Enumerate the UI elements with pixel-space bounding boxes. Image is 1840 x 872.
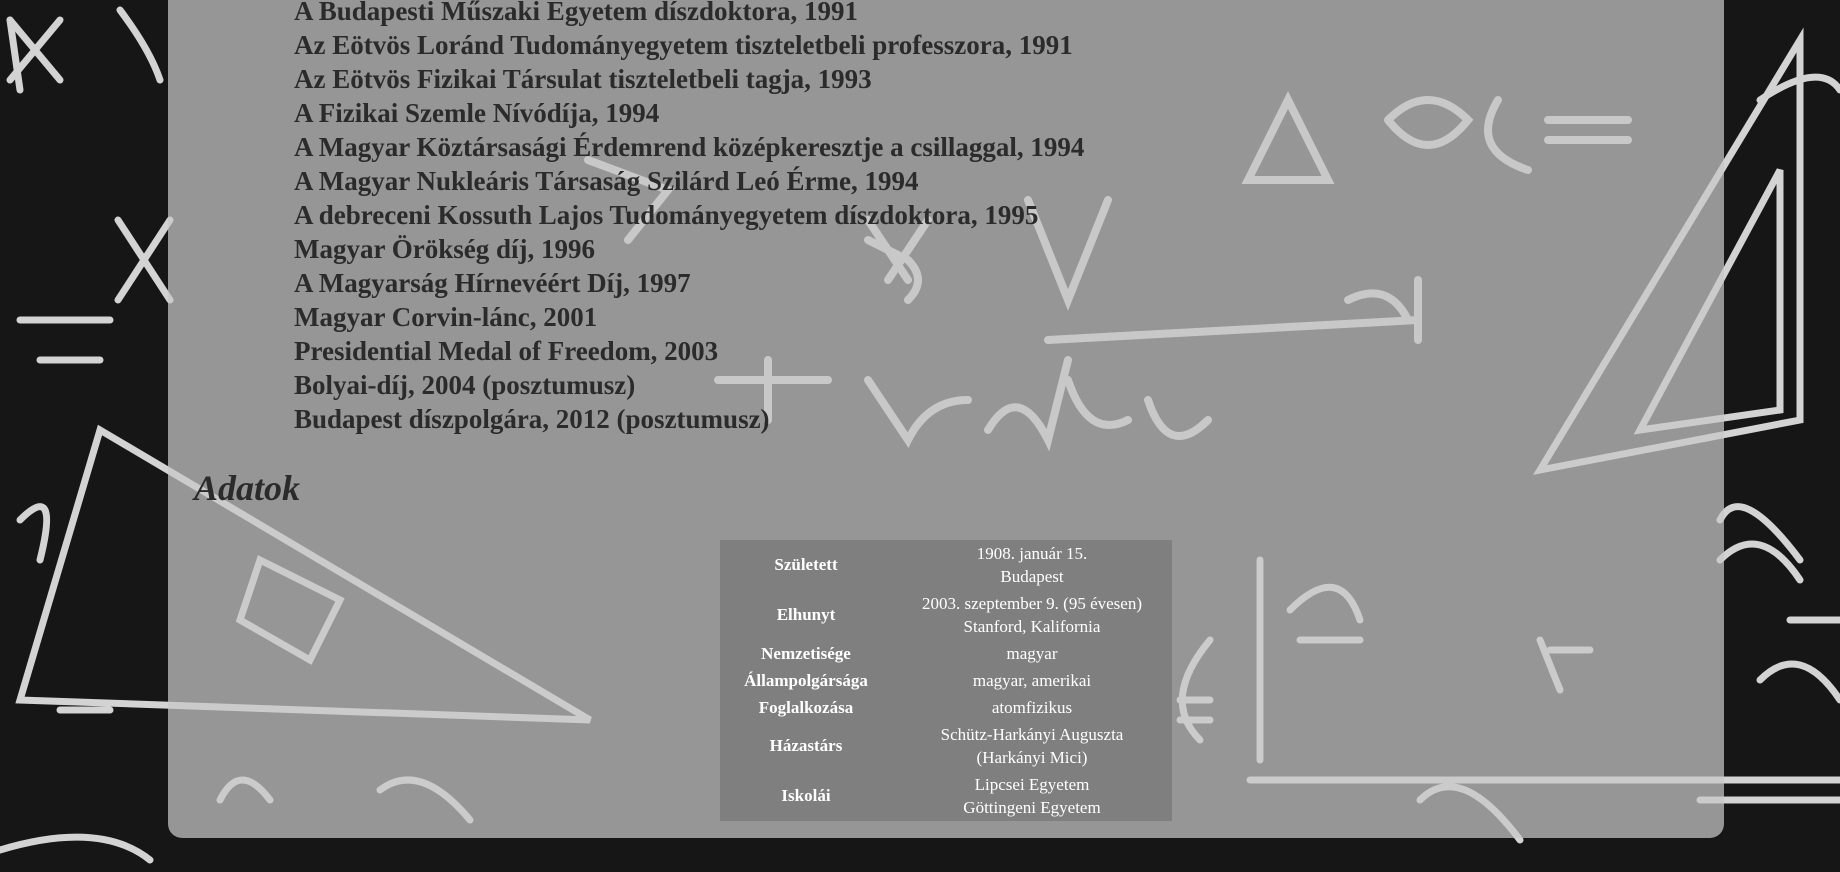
award-item: A Magyar Köztársasági Érdemrend középker… [294,132,1085,162]
row-label: Állampolgársága [744,670,868,690]
value-line: magyar, amerikai [972,671,1092,690]
value-line: Lipcsei Egyetem [974,775,1090,794]
value-line: atomfizikus [991,698,1073,717]
row-value: 1908. január 15. Budapest [892,540,1172,590]
award-item: Budapest díszpolgára, 2012 (posztumusz) [294,404,770,434]
award-item: Presidential Medal of Freedom, 2003 [294,336,719,366]
table-row: Házastárs Schütz-Harkányi Auguszta (Hark… [720,721,1172,771]
award-item: A debreceni Kossuth Lajos Tudományegyete… [294,200,1039,230]
table-row: Foglalkozása atomfizikus [720,694,1172,721]
row-label: Született [774,555,838,574]
row-value: magyar [892,640,1172,667]
row-value: magyar, amerikai [892,667,1172,694]
value-line: Göttingeni Egyetem [963,798,1101,817]
value-line: Schütz-Harkányi Auguszta [940,725,1124,744]
award-item: Magyar Corvin-lánc, 2001 [294,302,598,332]
table-row: Elhunyt 2003. szeptember 9. (95 évesen) … [720,590,1172,640]
table-row: Született 1908. január 15. Budapest [720,540,1172,590]
table-row: Nemzetisége magyar [720,640,1172,667]
row-label: Iskolái [781,786,831,805]
value-line: magyar [1006,644,1058,663]
value-line: (Harkányi Mici) [976,748,1088,767]
award-item: A Budapesti Műszaki Egyetem díszdoktora,… [294,0,859,26]
award-item: A Fizikai Szemle Nívódíja, 1994 [294,98,660,128]
row-value: Schütz-Harkányi Auguszta (Harkányi Mici) [892,721,1172,771]
row-label: Elhunyt [776,605,836,624]
award-item: Bolyai-díj, 2004 (posztumusz) [294,370,636,400]
row-value: atomfizikus [892,694,1172,721]
award-item: Az Eötvös Fizikai Társulat tiszteletbeli… [294,64,872,94]
award-item: Magyar Örökség díj, 1996 [294,234,595,264]
table-row: Iskolái Lipcsei Egyetem Göttingeni Egyet… [720,771,1172,821]
row-label: Nemzetisége [761,643,851,663]
row-value: 2003. szeptember 9. (95 évesen) Stanford… [892,590,1172,640]
value-line: 2003. szeptember 9. (95 évesen) [922,594,1142,613]
row-label: Foglalkozása [758,697,854,717]
value-line: Stanford, Kalifornia [963,617,1101,636]
value-line: 1908. január 15. [976,544,1088,563]
award-item: A Magyarság Hírnevéért Díj, 1997 [294,268,691,298]
section-title-adatok: Adatok [194,468,301,508]
award-item: Az Eötvös Loránd Tudományegyetem tisztel… [294,30,1073,60]
awards-list: A Budapesti Műszaki Egyetem díszdoktora,… [294,0,1084,436]
row-value: Lipcsei Egyetem Göttingeni Egyetem [892,771,1172,821]
infobox-table: Született 1908. január 15. Budapest Elhu… [720,540,1172,821]
value-line: Budapest [1000,567,1064,586]
award-item: A Magyar Nukleáris Társaság Szilárd Leó … [294,166,919,196]
row-label: Házastárs [769,736,843,755]
table-row: Állampolgársága magyar, amerikai [720,667,1172,694]
